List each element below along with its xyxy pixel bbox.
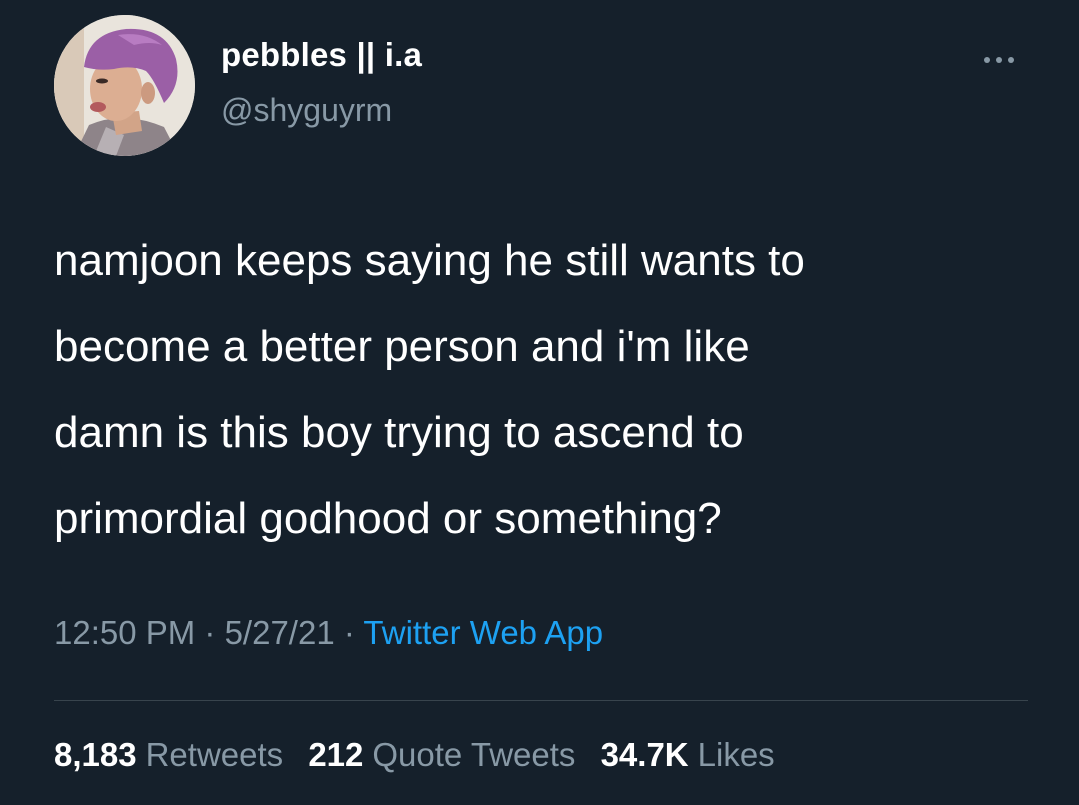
more-options-button[interactable]: [972, 40, 1032, 76]
tweet-text: namjoon keeps saying he still wants to b…: [54, 218, 1054, 562]
quote-tweets-label: Quote Tweets: [372, 736, 576, 773]
likes-count: 34.7K: [600, 736, 689, 773]
tweet-stats: 8,183 Retweets 212 Quote Tweets 34.7K Likes: [54, 736, 791, 774]
retweets-stat[interactable]: 8,183 Retweets: [54, 736, 283, 773]
tweet-text-line: damn is this boy trying to ascend to: [54, 408, 744, 457]
more-horizontal-icon: [996, 57, 1002, 63]
more-horizontal-icon: [984, 57, 990, 63]
tweet-metadata: 12:50 PM · 5/27/21 · Twitter Web App: [54, 614, 603, 652]
likes-label: Likes: [697, 736, 775, 773]
retweets-count: 8,183: [54, 736, 137, 773]
tweet-time[interactable]: 12:50 PM: [54, 614, 195, 651]
quote-tweets-count: 212: [308, 736, 364, 773]
retweets-label: Retweets: [145, 736, 284, 773]
avatar[interactable]: [54, 15, 195, 156]
author-display-name[interactable]: pebbles || i.a: [221, 36, 422, 74]
tweet-text-line: namjoon keeps saying he still wants to: [54, 236, 805, 285]
author-handle[interactable]: @shyguyrm: [221, 92, 392, 129]
more-horizontal-icon: [1008, 57, 1014, 63]
likes-stat[interactable]: 34.7K Likes: [601, 736, 775, 773]
tweet-date[interactable]: 5/27/21: [225, 614, 335, 651]
tweet-text-line: primordial godhood or something?: [54, 494, 722, 543]
avatar-image: [54, 15, 195, 156]
tweet-text-line: become a better person and i'm like: [54, 322, 750, 371]
meta-separator: ·: [334, 614, 364, 651]
quote-tweets-stat[interactable]: 212 Quote Tweets: [308, 736, 575, 773]
tweet-source-link[interactable]: Twitter Web App: [363, 614, 603, 651]
tweet: pebbles || i.a @shyguyrm namjoon keeps s…: [0, 0, 1079, 805]
meta-separator: ·: [195, 614, 225, 651]
divider: [54, 700, 1028, 701]
